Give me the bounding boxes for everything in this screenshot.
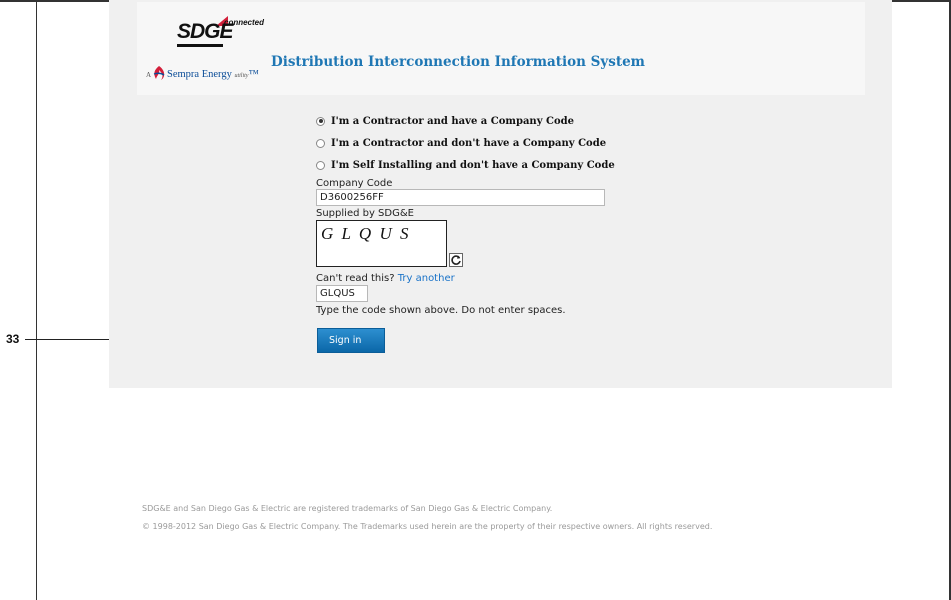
parent-suffix-text: utility [234,73,249,79]
supplied-by-label: Supplied by SDG&E [316,208,414,219]
sdge-logo: SDGE connected A Sempra Energy utility™ [146,16,266,90]
company-code-input[interactable]: D3600256FF [316,189,605,206]
option-label: I'm a Contractor and have a Company Code [331,115,574,127]
logo-parent-prefix: A [146,71,152,79]
callout-number: 33 [6,332,20,346]
logo-tagline: connected [224,18,265,27]
option-contractor-with-code[interactable]: I'm a Contractor and have a Company Code [316,110,616,132]
sign-in-button[interactable]: Sign in [317,328,385,353]
company-code-label: Company Code [316,178,393,189]
option-self-installing[interactable]: I'm Self Installing and don't have a Com… [316,154,616,176]
cant-read-text: Can't read this? [316,273,395,284]
captcha-image-text: G L Q U S [321,224,411,243]
captcha-image: G L Q U S [316,220,447,267]
radio-self-installing[interactable] [316,160,325,170]
logo-parent-name: Sempra Energy utility™ [167,69,259,80]
option-label: I'm Self Installing and don't have a Com… [331,159,615,171]
radio-contractor-without-code[interactable] [316,138,325,148]
refresh-captcha-icon[interactable] [449,253,463,267]
option-contractor-without-code[interactable]: I'm a Contractor and don't have a Compan… [316,132,616,154]
footer: SDG&E and San Diego Gas & Electric are r… [142,500,712,536]
captcha-row: G L Q U S [316,220,616,267]
option-label: I'm a Contractor and don't have a Compan… [331,137,607,149]
footer-copyright-line: © 1998-2012 San Diego Gas & Electric Com… [142,522,713,531]
logo-underline [177,44,223,47]
captcha-hint: Type the code shown above. Do not enter … [316,305,566,316]
login-form: I'm a Contractor and have a Company Code… [316,110,616,316]
system-title: Distribution Interconnection Information… [271,54,645,70]
sempra-flame-icon [153,66,165,80]
try-another-link[interactable]: Try another [398,273,455,284]
footer-trademark-line: SDG&E and San Diego Gas & Electric are r… [142,504,553,513]
radio-contractor-with-code[interactable] [316,116,325,126]
left-border-rule [36,0,37,600]
parent-name-text: Sempra Energy [167,69,232,80]
cant-read-line: Can't read this? Try another [316,273,616,284]
captcha-input[interactable]: GLQUS [316,285,368,302]
